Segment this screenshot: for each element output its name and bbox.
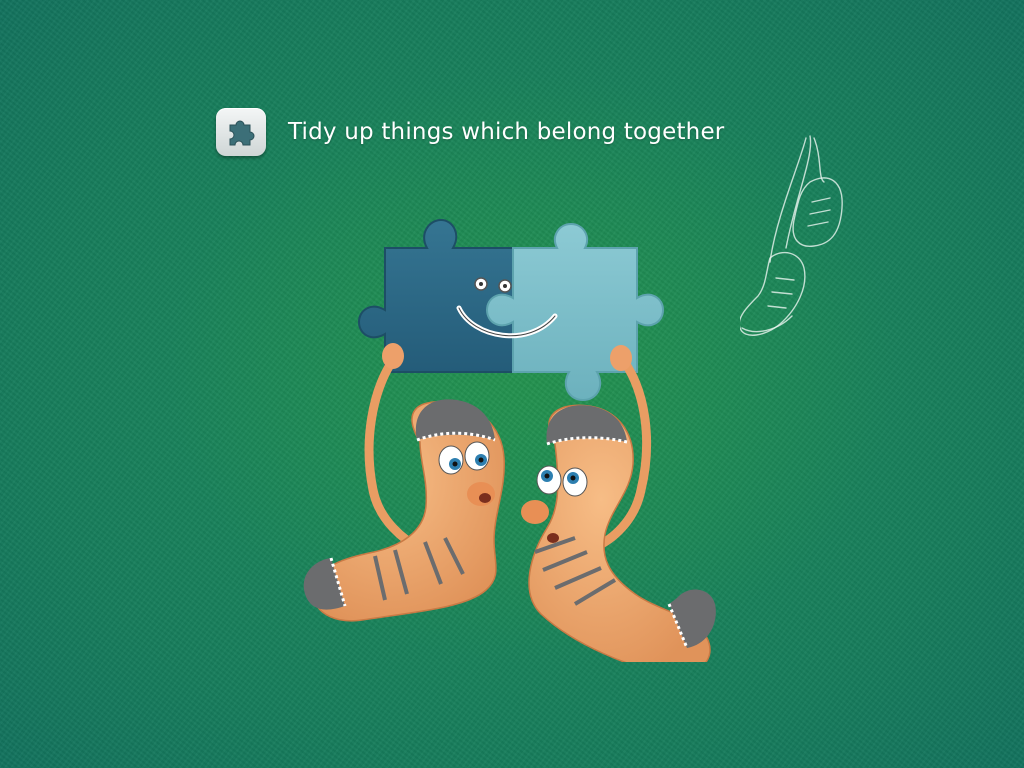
puzzle-piece-right: [485, 222, 665, 402]
instruction-text: Tidy up things which belong together: [288, 119, 725, 145]
puzzle-button[interactable]: [216, 108, 266, 156]
instruction-header: Tidy up things which belong together: [216, 108, 724, 156]
puzzle-piece-icon: [224, 115, 258, 149]
socks-illustration: [285, 212, 725, 675]
sneakers-sketch-icon: [738, 132, 860, 356]
puzzle-piece-left: [357, 218, 514, 373]
left-sock: [303, 399, 505, 622]
